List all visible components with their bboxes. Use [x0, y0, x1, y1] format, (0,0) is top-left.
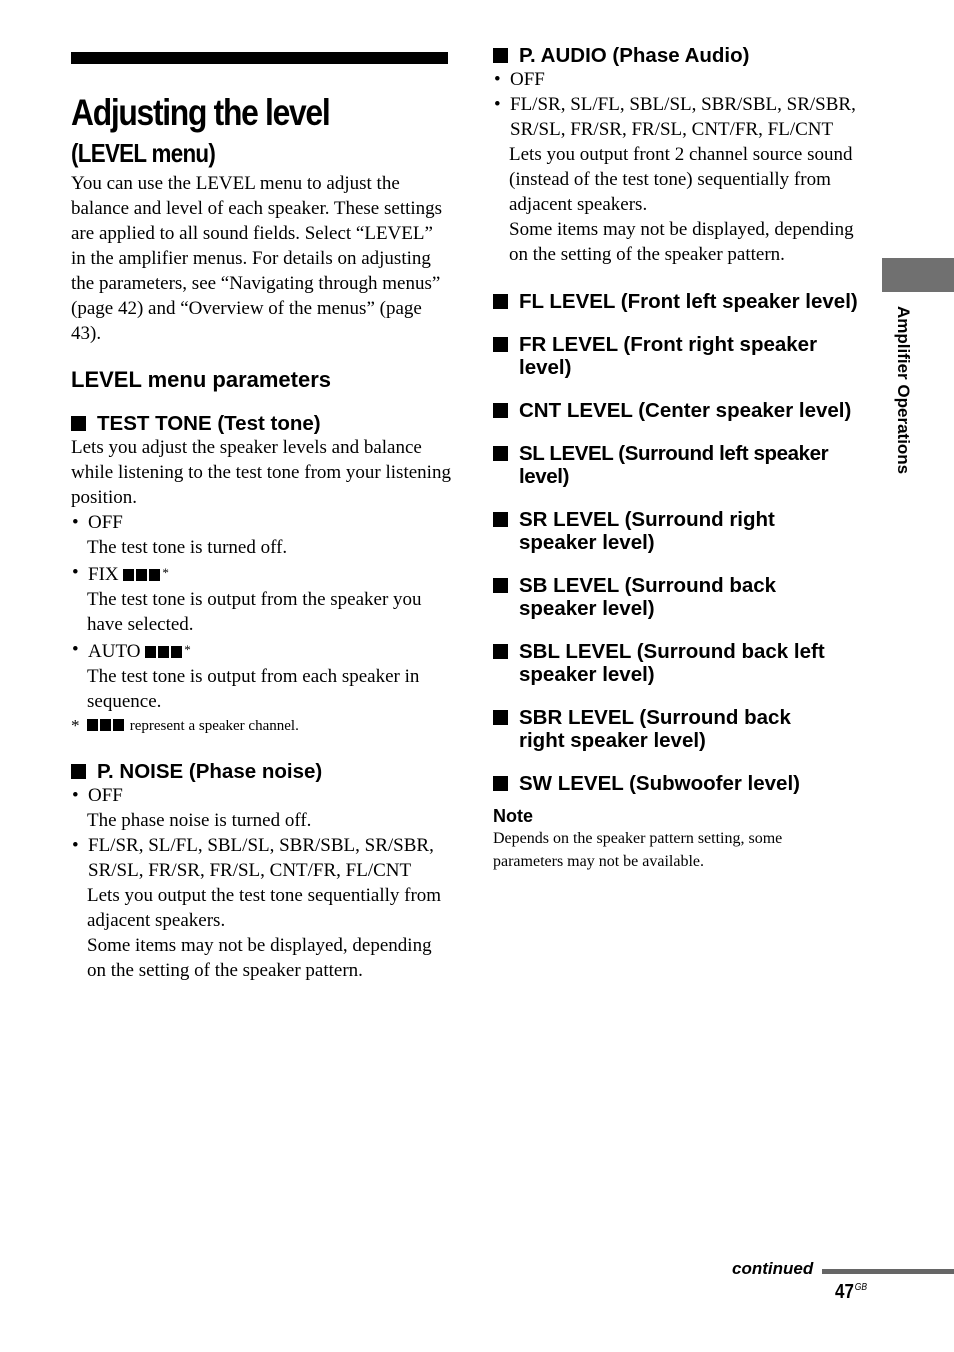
level-heading: FR LEVEL (Front right speaker level)	[493, 333, 873, 379]
left-column: You can use the LEVEL menu to adjust the…	[71, 171, 451, 983]
page-number-value: 47	[835, 1281, 854, 1303]
heading-text: P. AUDIO (Phase Audio)	[519, 44, 750, 67]
bullet-icon: •	[494, 94, 501, 115]
speaker-channel-placeholder-icon	[145, 639, 184, 664]
heading-text: SR LEVEL (Surround right speaker level)	[519, 508, 775, 554]
option-label: FL/SR, SL/FL, SBL/SL, SBR/SBL, SR/SBR, S…	[510, 94, 856, 140]
option-label: OFF	[510, 69, 545, 90]
square-bullet-icon	[493, 48, 508, 63]
note-label: Note	[493, 806, 533, 826]
option-item: • FIX *	[71, 560, 451, 587]
bullet-icon: •	[72, 835, 79, 856]
option-description: Some items may not be displayed, dependi…	[509, 219, 854, 265]
asterisk: *	[184, 642, 191, 657]
continued-rule	[822, 1269, 954, 1274]
level-heading: SB LEVEL (Surround back speaker level)	[493, 574, 873, 620]
right-column: P. AUDIO (Phase Audio) • OFF • FL/SR, SL…	[493, 44, 873, 873]
page-number: 47GB	[835, 1281, 867, 1304]
bullet-icon: •	[72, 639, 79, 660]
heading-text: SB LEVEL (Surround back speaker level)	[519, 574, 777, 620]
square-bullet-icon	[493, 512, 508, 527]
heading-text: SBL LEVEL (Surround back left speaker le…	[519, 640, 825, 686]
page-number-suffix: GB	[854, 1282, 868, 1293]
level-heading: SW LEVEL (Subwoofer level)	[493, 772, 873, 795]
section-heading: LEVEL menu parameters	[71, 367, 332, 392]
heading-text: P. NOISE (Phase noise)	[97, 760, 323, 783]
note-text: Depends on the speaker pattern setting, …	[493, 830, 783, 870]
square-bullet-icon	[493, 337, 508, 352]
level-heading: CNT LEVEL (Center speaker level)	[493, 399, 873, 422]
title-rule	[71, 52, 448, 64]
level-heading-list: FL LEVEL (Front left speaker level) FR L…	[493, 290, 873, 795]
square-bullet-icon	[71, 764, 86, 779]
heading-text: SBR LEVEL (Surround back right speaker l…	[519, 706, 791, 752]
heading-text: SL LEVEL (Surround left speaker level)	[519, 442, 829, 488]
p-audio-heading: P. AUDIO (Phase Audio)	[493, 44, 873, 67]
heading-text: SW LEVEL (Subwoofer level)	[519, 772, 800, 795]
option-label: OFF	[88, 785, 123, 806]
option-description: Some items may not be displayed, dependi…	[87, 935, 432, 981]
square-bullet-icon	[493, 776, 508, 791]
level-heading: FL LEVEL (Front left speaker level)	[493, 290, 873, 313]
heading-text: FL LEVEL (Front left speaker level)	[519, 290, 858, 313]
option-item: • FL/SR, SL/FL, SBL/SL, SBR/SBL, SR/SBR,…	[71, 833, 451, 883]
option-item: • AUTO *	[71, 637, 451, 664]
option-item: • OFF	[71, 510, 451, 535]
page-title: Adjusting the level	[71, 91, 331, 133]
asterisk: *	[162, 565, 169, 580]
square-bullet-icon	[493, 644, 508, 659]
option-item: • OFF	[493, 67, 873, 92]
square-bullet-icon	[493, 578, 508, 593]
speaker-channel-placeholder-icon	[87, 714, 126, 738]
heading-text: TEST TONE (Test tone)	[97, 412, 321, 435]
bullet-icon: •	[72, 785, 79, 806]
option-description: The phase noise is turned off.	[87, 810, 312, 831]
square-bullet-icon	[493, 710, 508, 725]
footnote: * represent a speaker channel.	[71, 714, 451, 738]
heading-text: FR LEVEL (Front right speaker level)	[519, 333, 818, 379]
option-label: OFF	[88, 512, 123, 533]
level-heading: SR LEVEL (Surround right speaker level)	[493, 508, 873, 554]
square-bullet-icon	[493, 403, 508, 418]
option-description: The test tone is output from the speaker…	[87, 589, 422, 635]
square-bullet-icon	[493, 446, 508, 461]
option-description: The test tone is output from each speake…	[87, 666, 420, 712]
test-tone-description: Lets you adjust the speaker levels and b…	[71, 437, 451, 508]
chapter-tab-label: Amplifier Operations	[894, 306, 913, 475]
square-bullet-icon	[71, 416, 86, 431]
bullet-icon: •	[494, 69, 501, 90]
speaker-channel-placeholder-icon	[123, 562, 162, 587]
level-heading: SL LEVEL (Surround left speaker level)	[493, 442, 873, 488]
bullet-icon: •	[72, 562, 79, 583]
footnote-mark: *	[71, 716, 80, 735]
test-tone-heading: TEST TONE (Test tone)	[71, 412, 451, 435]
option-description: The test tone is turned off.	[87, 537, 288, 558]
bullet-icon: •	[72, 512, 79, 533]
option-label: FIX	[88, 564, 119, 585]
intro-paragraph: You can use the LEVEL menu to adjust the…	[71, 173, 443, 344]
chapter-tab	[882, 258, 954, 292]
page-subtitle: (LEVEL menu)	[71, 137, 216, 168]
heading-text: CNT LEVEL (Center speaker level)	[519, 399, 852, 422]
level-heading: SBR LEVEL (Surround back right speaker l…	[493, 706, 873, 752]
option-label: FL/SR, SL/FL, SBL/SL, SBR/SBL, SR/SBR, S…	[88, 835, 434, 881]
option-description: Lets you output the test tone sequential…	[87, 885, 442, 931]
square-bullet-icon	[493, 294, 508, 309]
option-description: Lets you output front 2 channel source s…	[509, 144, 853, 215]
p-noise-heading: P. NOISE (Phase noise)	[71, 760, 451, 783]
option-item: • FL/SR, SL/FL, SBL/SL, SBR/SBL, SR/SBR,…	[493, 92, 873, 142]
option-item: • OFF	[71, 783, 451, 808]
option-label: AUTO	[88, 641, 141, 662]
continued-label: continued	[732, 1259, 814, 1278]
level-heading: SBL LEVEL (Surround back left speaker le…	[493, 640, 873, 686]
footnote-text: represent a speaker channel.	[129, 718, 299, 734]
